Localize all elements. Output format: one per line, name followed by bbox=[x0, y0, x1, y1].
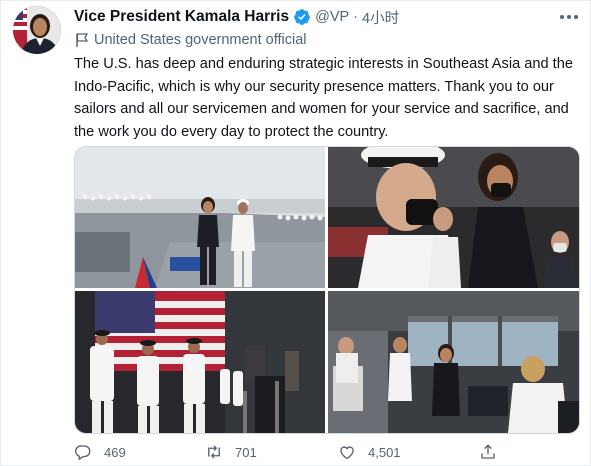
reply-count: 469 bbox=[104, 444, 126, 460]
reply-icon bbox=[74, 445, 91, 461]
photo-1[interactable] bbox=[75, 147, 325, 288]
account-label-text: United States government official bbox=[94, 32, 307, 48]
like-icon bbox=[340, 446, 354, 460]
media-grid bbox=[74, 146, 580, 434]
avatar[interactable] bbox=[13, 6, 61, 54]
tweet-time[interactable]: 4小时 bbox=[362, 7, 399, 28]
author-handle[interactable]: @VP bbox=[315, 9, 349, 25]
photo-4[interactable] bbox=[328, 291, 579, 433]
tweet-header: Vice President Kamala Harris @VP · 4小时 bbox=[74, 6, 399, 28]
retweet-button[interactable]: 701 bbox=[205, 440, 257, 464]
more-icon[interactable] bbox=[556, 8, 582, 26]
reply-button[interactable]: 469 bbox=[74, 440, 126, 464]
photo-3[interactable] bbox=[75, 291, 325, 433]
action-bar: 469 701 4,501 bbox=[74, 440, 584, 464]
government-flag-icon bbox=[76, 33, 89, 47]
verified-icon bbox=[294, 9, 310, 25]
separator-dot: · bbox=[353, 9, 359, 25]
account-label[interactable]: United States government official bbox=[74, 31, 307, 49]
share-icon bbox=[481, 444, 495, 459]
retweet-count: 701 bbox=[235, 444, 257, 460]
retweet-icon bbox=[208, 445, 220, 459]
tweet-text: The U.S. has deep and enduring strategic… bbox=[74, 56, 573, 140]
photo-2[interactable] bbox=[328, 147, 579, 288]
share-button[interactable] bbox=[479, 440, 497, 464]
like-count: 4,501 bbox=[368, 444, 401, 460]
author-name[interactable]: Vice President Kamala Harris bbox=[74, 8, 289, 26]
like-button[interactable]: 4,501 bbox=[338, 440, 401, 464]
